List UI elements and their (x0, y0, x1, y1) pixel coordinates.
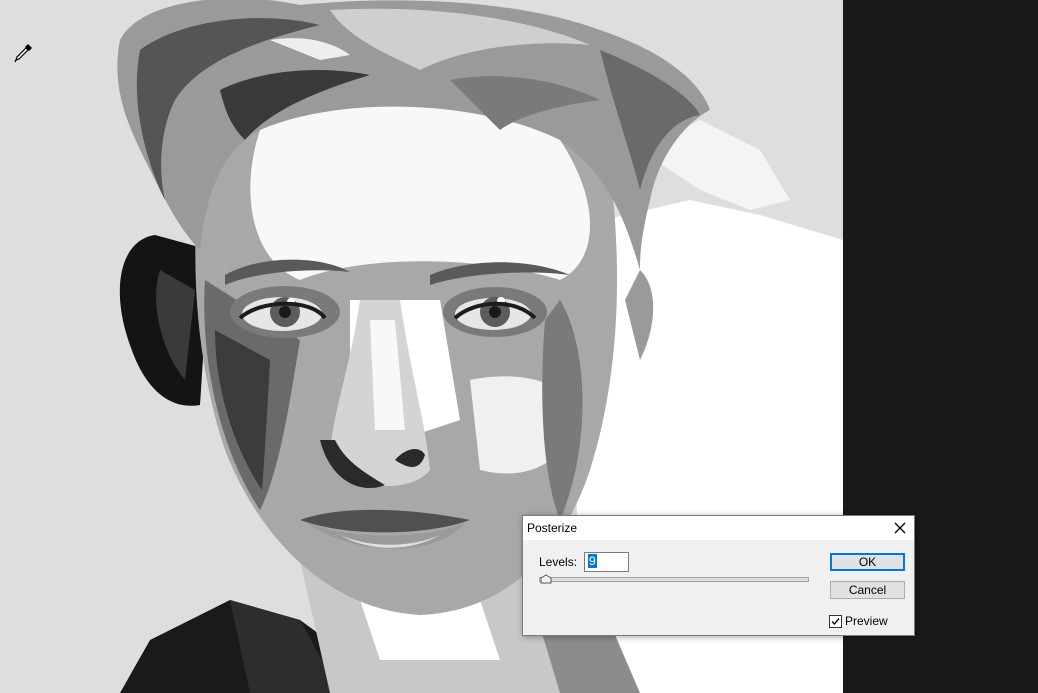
levels-value: 9 (588, 554, 597, 568)
levels-slider-thumb[interactable] (540, 574, 552, 584)
cancel-button[interactable]: Cancel (830, 581, 905, 599)
checkmark-icon (831, 618, 840, 626)
dialog-title: Posterize (527, 521, 578, 535)
levels-input[interactable]: 9 (584, 552, 629, 572)
photoshop-window: Posterize Levels: 9 OK Cancel Preview (0, 0, 1038, 693)
posterize-dialog: Posterize Levels: 9 OK Cancel Preview (522, 515, 915, 636)
preview-checkbox[interactable] (829, 615, 842, 628)
ok-button[interactable]: OK (830, 553, 905, 571)
levels-slider-track[interactable] (539, 577, 809, 582)
levels-label: Levels: (539, 555, 578, 569)
preview-label[interactable]: Preview (845, 614, 888, 628)
close-icon[interactable] (892, 520, 908, 536)
dialog-titlebar[interactable]: Posterize (523, 516, 914, 540)
eyedropper-icon (14, 44, 32, 63)
